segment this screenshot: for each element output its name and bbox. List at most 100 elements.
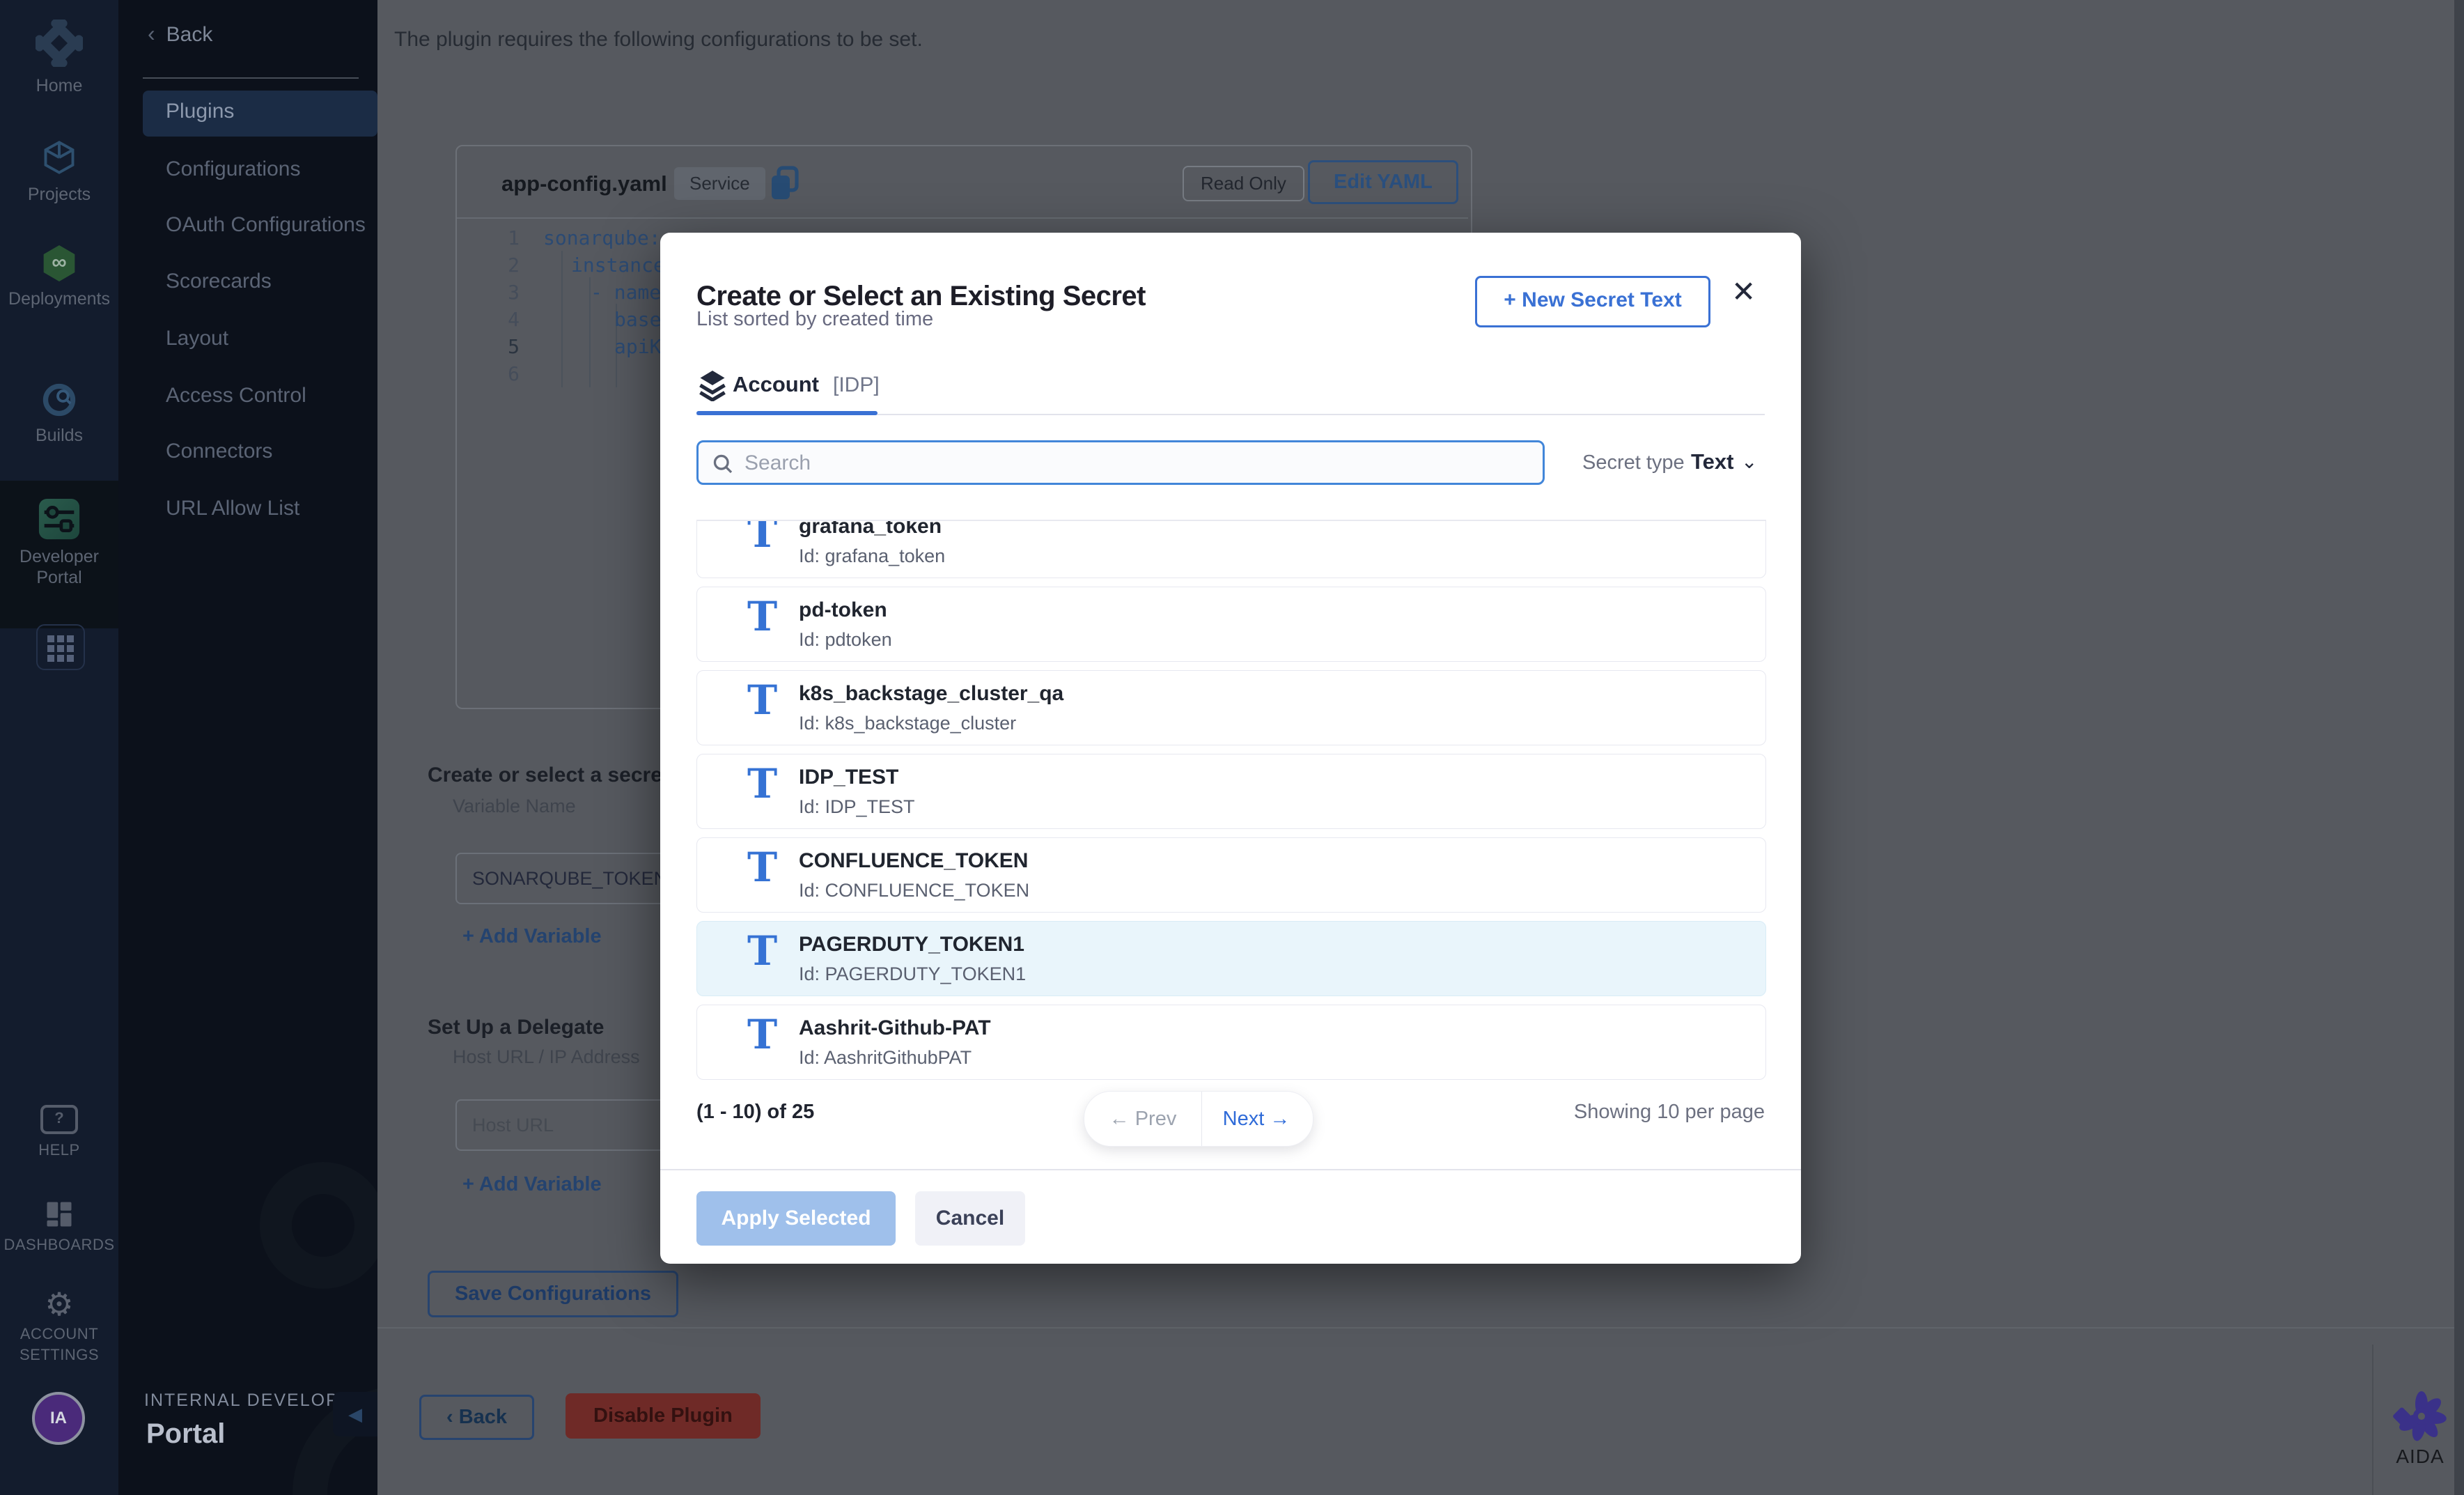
sidebar-item-account-settings[interactable]: ⚙ ACCOUNT SETTINGS [0,1287,118,1365]
search-box [696,440,1545,485]
layers-icon [698,369,727,401]
aida-label: AIDA [2393,1446,2447,1468]
text-secret-icon: T [747,927,777,975]
code-line: 5apiKe [481,333,673,361]
sidebar-item-builds[interactable]: Builds [0,382,118,446]
back-button[interactable]: ‹ Back [419,1395,534,1440]
dashboards-icon [45,1200,74,1229]
user-avatar[interactable]: IA [32,1392,85,1445]
sidebar-item-deployments[interactable]: ∞ Deployments [0,245,118,309]
page-scrollbar[interactable] [2454,0,2464,1495]
sidebar-item-access-control[interactable]: Access Control [166,382,306,410]
aida-widget[interactable]: AIDA [2393,1391,2447,1468]
sidebar-item-oauth-configurations[interactable]: OAuth Configurations [166,211,366,239]
new-secret-text-button[interactable]: + New Secret Text [1475,276,1710,327]
cancel-button[interactable]: Cancel [915,1191,1025,1246]
secret-row-aashrit-github-pat[interactable]: T Aashrit-Github-PAT Id: AashritGithubPA… [696,1005,1766,1080]
sidebar-item-developer-portal[interactable]: Developer Portal [0,497,118,588]
aida-flower-icon [2393,1391,2447,1442]
modal-subtitle: List sorted by created time [696,308,933,331]
search-input[interactable] [743,445,1526,481]
edit-yaml-button[interactable]: Edit YAML [1308,160,1458,204]
sidebar-item-home[interactable]: Home [0,20,118,96]
projects-cube-icon [41,139,77,176]
help-bubble-icon: ? [40,1105,78,1134]
plugin-settings-sidebar: ‹Back Plugins Configurations OAuth Confi… [118,0,377,1495]
secret-list: T grafana_token Id: grafana_token T pd-t… [696,520,1766,1087]
pagination-range: (1 - 10) of 25 [696,1101,814,1124]
secret-row-pagerduty-token1-selected[interactable]: T PAGERDUTY_TOKEN1 Id: PAGERDUTY_TOKEN1 [696,921,1766,996]
builds-icon [41,382,77,418]
add-variable-link-2[interactable]: + Add Variable [462,1173,602,1196]
developer-portal-icon [38,497,81,541]
search-icon [712,454,733,474]
chevron-left-icon: ‹ [446,1406,453,1428]
read-only-badge: Read Only [1183,166,1304,201]
service-badge: Service [674,167,765,200]
watermark-ring [260,1162,377,1289]
text-secret-icon: T [747,1011,777,1058]
brand-portal: Portal [146,1418,225,1450]
code-line: 1sonarqube: [481,224,661,252]
tab-account[interactable]: Account [733,372,819,397]
grid-icon [47,635,74,662]
secret-type-label: Secret type [1582,451,1685,474]
sidebar-item-scorecards[interactable]: Scorecards [166,268,272,295]
text-secret-icon: T [747,520,777,557]
sidebar-item-projects[interactable]: Projects [0,139,118,205]
collapse-sidebar-button[interactable]: ◀ [333,1392,377,1436]
close-icon[interactable]: ✕ [1731,274,1756,309]
code-line: 6 [481,360,520,388]
secret-row-grafana-token[interactable]: T grafana_token Id: grafana_token [696,520,1766,578]
chevron-down-icon: ⌄ [1741,450,1757,473]
sidebar-item-dashboards[interactable]: DASHBOARDS [0,1200,118,1255]
sidebar-item-configurations[interactable]: Configurations [166,155,300,183]
footer-divider [377,1327,2464,1329]
deployments-hexagon-icon: ∞ [41,245,77,281]
harness-logo-icon [36,20,83,67]
save-configurations-button[interactable]: Save Configurations [428,1271,678,1317]
delegate-section-heading: Set Up a Delegate [428,1016,604,1039]
text-secret-icon: T [747,676,777,724]
text-secret-icon: T [747,844,777,891]
divider [143,77,359,79]
secret-select-modal: Create or Select an Existing Secret List… [660,233,1801,1264]
sidebar-item-connectors[interactable]: Connectors [166,437,272,465]
chevron-left-icon: ‹ [148,21,155,46]
secret-row-idp-test[interactable]: T IDP_TEST Id: IDP_TEST [696,754,1766,829]
text-secret-icon: T [747,760,777,807]
code-line: 3- name [481,279,661,307]
module-rail: Home Projects ∞ Deployments Builds [0,0,118,1495]
secret-row-confluence-token[interactable]: T CONFLUENCE_TOKEN Id: CONFLUENCE_TOKEN [696,837,1766,913]
sidebar-item-help[interactable]: ? HELP [0,1105,118,1161]
add-variable-link[interactable]: + Add Variable [462,925,602,948]
modal-footer-divider [660,1169,1801,1170]
disable-plugin-button[interactable]: Disable Plugin [566,1393,761,1439]
secret-section-heading: Create or select a secret [428,764,669,787]
sidebar-item-url-allow-list[interactable]: URL Allow List [166,495,299,522]
pagination-controls: ← Prev Next → [1084,1091,1313,1147]
aida-panel-divider [2372,1345,2373,1495]
app-root: Home Projects ∞ Deployments Builds [0,0,2464,1495]
prev-page-button[interactable]: ← Prev [1084,1092,1202,1146]
code-line: 2instances [481,251,677,279]
next-page-button[interactable]: Next → [1202,1092,1311,1146]
tab-account-scope: [IDP] [833,373,880,397]
text-secret-icon: T [747,593,777,640]
sidebar-item-layout[interactable]: Layout [166,325,228,353]
back-link[interactable]: ‹Back [148,21,212,47]
per-page-label: Showing 10 per page [1574,1101,1765,1124]
secret-row-k8s-backstage-cluster-qa[interactable]: T k8s_backstage_cluster_qa Id: k8s_backs… [696,670,1766,745]
chevron-left-icon: ◀ [348,1404,362,1425]
copy-icon[interactable] [769,166,801,202]
yaml-filename: app-config.yaml [501,171,667,196]
active-tab-underline [696,411,878,415]
code-line: 4baseU [481,306,673,334]
host-url-label: Host URL / IP Address [453,1046,640,1068]
secret-row-pd-token[interactable]: T pd-token Id: pdtoken [696,587,1766,662]
module-picker-button[interactable] [36,624,85,670]
gear-icon: ⚙ [0,1287,118,1321]
secret-type-select[interactable]: Text [1691,449,1733,474]
page-intro-text: The plugin requires the following config… [394,28,923,52]
apply-selected-button[interactable]: Apply Selected [696,1191,896,1246]
